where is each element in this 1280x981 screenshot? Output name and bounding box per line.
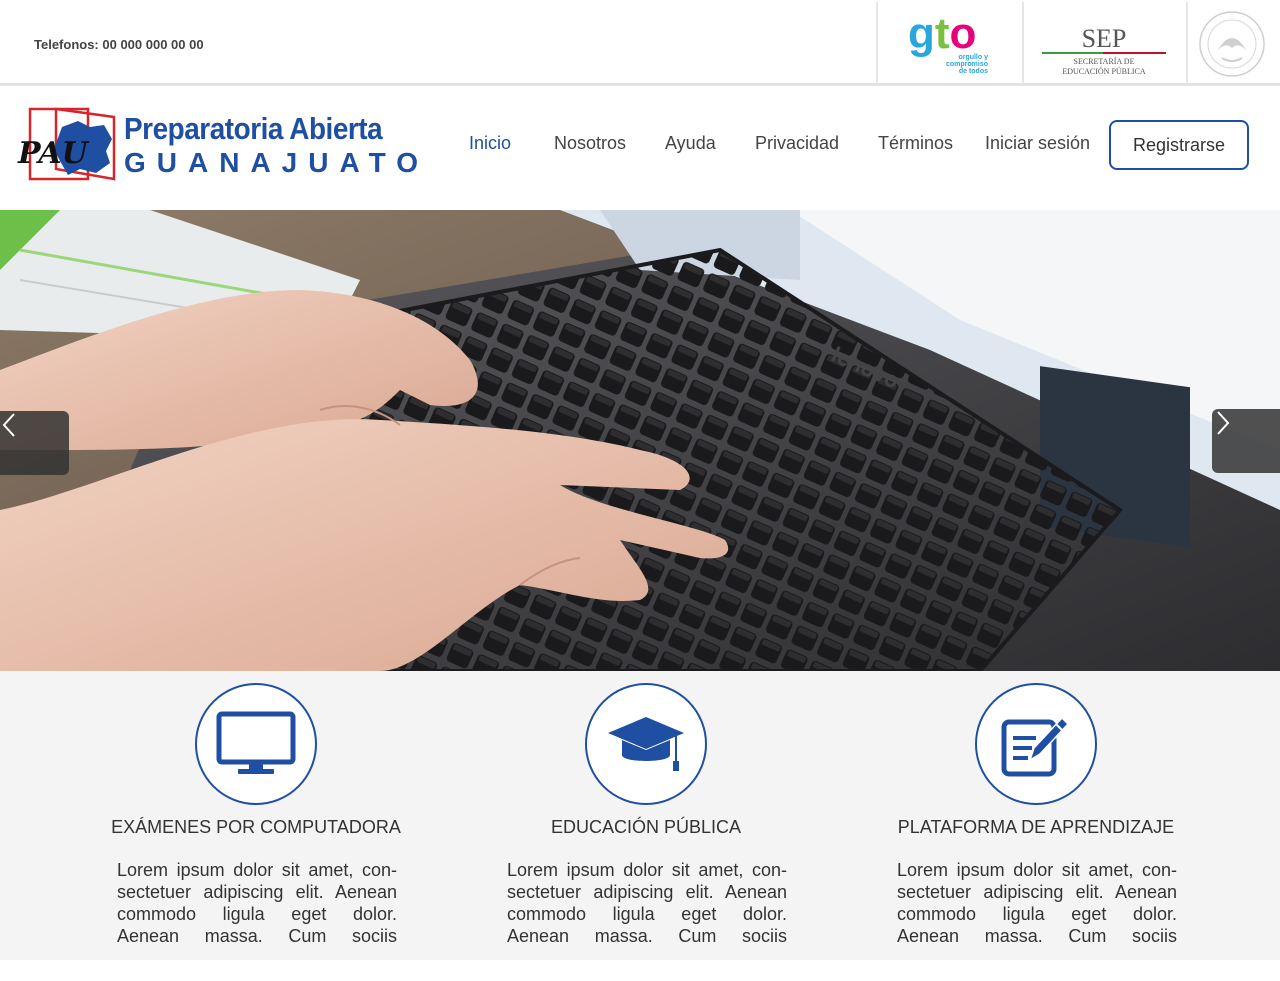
graduation-cap-icon <box>608 717 684 771</box>
sep-logo[interactable]: SEP SECRETARÍA DE EDUCACIÓN PÚBLICA <box>1022 2 1186 84</box>
mexico-seal-logo[interactable] <box>1186 2 1280 84</box>
nav-terminos[interactable]: Términos <box>878 133 953 154</box>
chevron-left-icon <box>2 413 15 437</box>
chevron-right-icon <box>1217 411 1230 435</box>
feature-icon-circle <box>975 683 1097 805</box>
gto-tagline-2: compromiso <box>946 61 988 68</box>
site-header: PAU Preparatoria Abierta GUANAJUATO Inic… <box>0 89 1280 210</box>
slider-next-button[interactable] <box>1212 409 1280 473</box>
feature-title: PLATAFORMA DE APRENDIZAJE <box>897 817 1175 837</box>
feature-title: EDUCACIÓN PÚBLICA <box>550 817 742 837</box>
gto-logo[interactable]: gto orgullo y compromiso de todos <box>876 2 1022 84</box>
sep-line2: EDUCACIÓN PÚBLICA <box>1062 66 1146 76</box>
nav-iniciar-sesion[interactable]: Iniciar sesión <box>985 133 1090 154</box>
brand-title: Preparatoria Abierta <box>124 111 383 146</box>
hero-slider: lenovo <box>0 210 1280 671</box>
feature-title: EXÁMENES POR COMPUTADORA <box>111 817 401 837</box>
brand-subtitle: GUANAJUATO <box>124 147 429 178</box>
feature-icon-circle <box>195 683 317 805</box>
gto-tagline-1: orgullo y <box>958 54 988 61</box>
nav-privacidad[interactable]: Privacidad <box>755 133 839 154</box>
sep-wordmark: SEP <box>1082 24 1127 53</box>
top-bar: Telefonos: 00 000 000 00 00 gto orgullo … <box>0 0 1280 86</box>
features-section: EXÁMENES POR COMPUTADORA Lorem ipsum dol… <box>0 671 1280 960</box>
gto-tagline-3: de todos <box>959 68 988 75</box>
gto-wordmark: gto <box>908 9 976 58</box>
nav-nosotros[interactable]: Nosotros <box>554 133 626 154</box>
hero-image: lenovo <box>0 210 1280 671</box>
feature-icon-circle <box>585 683 707 805</box>
feature-text: Lorem ipsum dolor sit amet, con- sectetu… <box>507 860 787 946</box>
brand-logo-mark[interactable]: PAU <box>16 105 118 183</box>
phone-number: Telefonos: 00 000 000 00 00 <box>34 37 204 52</box>
nav-inicio[interactable]: Inicio <box>469 133 511 154</box>
sep-line1: SECRETARÍA DE <box>1074 56 1135 66</box>
register-button[interactable]: Registrarse <box>1109 120 1249 170</box>
brand-mark-text: PAU <box>17 136 90 171</box>
slider-prev-button[interactable] <box>0 411 69 475</box>
nav-ayuda[interactable]: Ayuda <box>665 133 716 154</box>
feature-text: Lorem ipsum dolor sit amet, con- sectetu… <box>117 860 397 946</box>
monitor-icon <box>216 711 296 774</box>
edit-document-icon <box>1001 716 1070 777</box>
feature-text: Lorem ipsum dolor sit amet, con- sectetu… <box>897 860 1177 946</box>
